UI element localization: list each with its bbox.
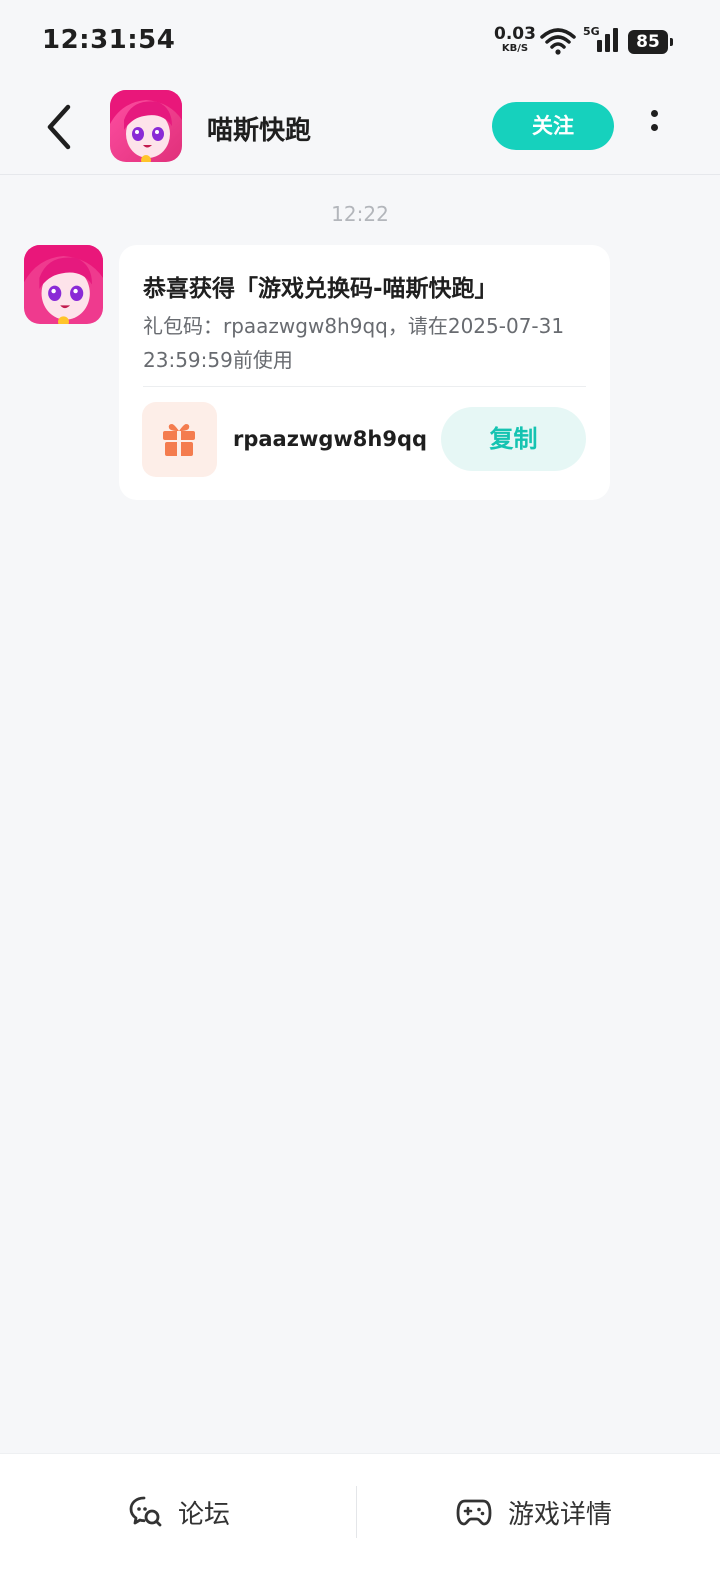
more-icon[interactable]	[642, 106, 666, 146]
status-time: 12:31:54	[42, 25, 176, 55]
gift-icon-box	[142, 402, 217, 477]
copy-button[interactable]: 复制	[441, 407, 586, 471]
bottom-bar-divider	[356, 1486, 357, 1538]
message-description: 礼包码：rpaazwgw8h9qq，请在2025-07-31 23:59:59前…	[143, 314, 565, 372]
forum-label: 论坛	[178, 1499, 231, 1530]
gamepad-icon	[456, 1499, 492, 1526]
battery-icon: 85	[628, 30, 673, 54]
signal-icon	[597, 28, 618, 52]
card-divider	[143, 386, 586, 387]
gift-code-message-card: 恭喜获得「游戏兑换码-喵斯快跑」 礼包码：rpaazwgw8h9qq，请在202…	[119, 245, 610, 500]
status-bar: 12:31:54 0.03 KB/S 5G 85	[0, 0, 720, 80]
page-title: 喵斯快跑	[207, 116, 312, 146]
sender-avatar-image	[24, 245, 103, 324]
game-detail-tab[interactable]: 游戏详情	[456, 1492, 612, 1532]
forum-icon	[129, 1496, 162, 1527]
game-avatar[interactable]	[110, 90, 182, 162]
message-timestamp: 12:22	[331, 202, 389, 226]
follow-button[interactable]: 关注	[492, 102, 614, 150]
gift-icon	[163, 424, 195, 456]
sender-avatar[interactable]	[24, 245, 103, 324]
gift-code: rpaazwgw8h9qq	[233, 427, 428, 451]
back-icon[interactable]	[40, 102, 80, 152]
wifi-icon	[540, 28, 576, 55]
forum-tab[interactable]: 论坛	[128, 1492, 230, 1532]
network-speed-unit: KB/S	[501, 43, 529, 54]
game-avatar-image	[110, 90, 182, 162]
chat-header: 喵斯快跑 关注	[0, 80, 720, 175]
chat-page: 12:31:54 0.03 KB/S 5G 85 喵斯快跑 关注 12:22 恭…	[0, 0, 720, 1584]
network-speed: 0.03 KB/S	[494, 26, 536, 54]
message-title: 恭喜获得「游戏兑换码-喵斯快跑」	[143, 276, 498, 302]
bottom-bar: 论坛 游戏详情	[0, 1453, 720, 1584]
game-detail-label: 游戏详情	[508, 1499, 613, 1530]
network-speed-value: 0.03	[494, 24, 536, 44]
